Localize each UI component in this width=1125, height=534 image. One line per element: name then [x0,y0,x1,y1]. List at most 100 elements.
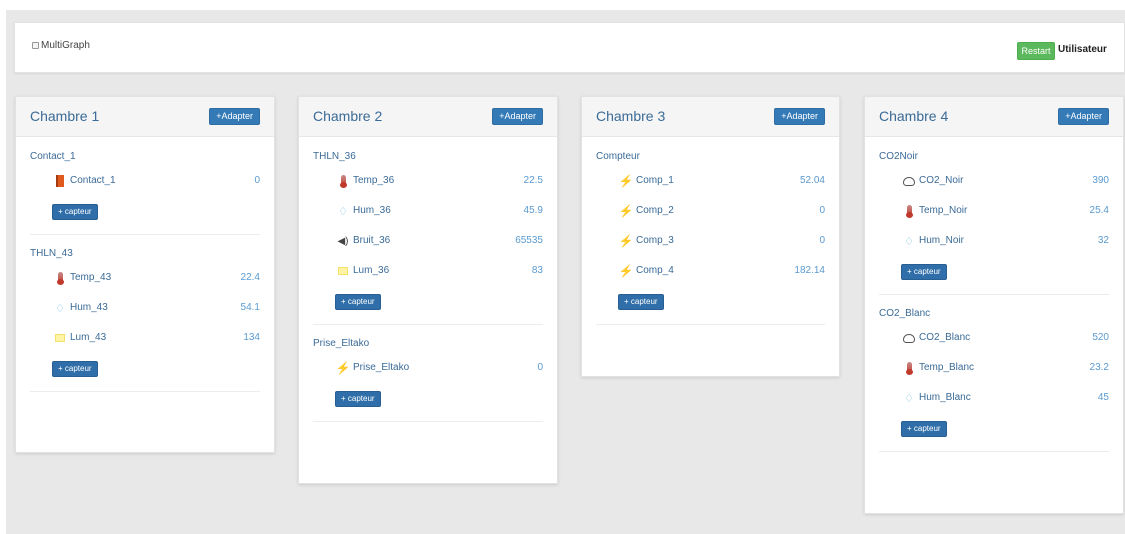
add-sensor-button[interactable]: + capteur [335,391,381,407]
water-drop-icon: ♢ [338,205,348,218]
door-icon [54,174,66,188]
sensor-name[interactable]: Prise_Eltako [353,360,409,376]
add-adapter-button[interactable]: +Adapter [209,108,260,125]
add-adapter-button[interactable]: +Adapter [1058,108,1109,125]
add-adapter-button[interactable]: +Adapter [492,108,543,125]
room-title: Chambre 1 [30,108,100,124]
sensor-name[interactable]: Hum_Blanc [919,390,971,406]
group-title: THLN_36 [313,151,356,162]
sensor-group: CO2Noir CO2_Noir 390 Temp_Noir 25.4 ♢ Hum_Noir… [879,151,1109,295]
sensor-value: 520 [1092,332,1109,343]
sensor-group: THLN_36 Temp_36 22.5 ♢ Hum_36 45.9 ◀) Bruit_36 6… [313,151,543,325]
sensor-row[interactable]: ⚡ Comp_2 0 [596,203,825,219]
add-sensor-button[interactable]: + capteur [335,294,381,310]
sensor-name[interactable]: Comp_3 [636,233,674,249]
sensor-name[interactable]: CO2_Blanc [919,330,970,346]
multigraph-checkbox[interactable] [32,42,39,49]
sensor-name[interactable]: Comp_4 [636,263,674,279]
sensor-value: 65535 [515,235,543,246]
room-card-header: Chambre 2 +Adapter [299,97,557,137]
user-menu[interactable]: Utilisateur [1058,44,1107,55]
sensor-name[interactable]: Lum_43 [70,330,106,346]
sensor-value: 25.4 [1089,205,1109,216]
speaker-icon: ◀) [337,235,349,247]
bolt-icon: ⚡ [618,204,634,218]
room-card: Chambre 1 +Adapter Contact_1 Contact_1 0 + ca… [15,96,275,453]
water-drop-icon: ♢ [55,302,65,315]
restart-button[interactable]: Restart [1017,42,1055,60]
add-sensor-button[interactable]: + capteur [52,361,98,377]
group-divider [879,294,1109,295]
sensor-row[interactable]: ◀) Bruit_36 65535 [313,233,543,249]
sensor-value: 22.5 [523,175,543,186]
sensor-row[interactable]: ♢ Hum_43 54.1 [30,300,260,316]
sensor-value: 32 [1097,235,1109,246]
sensor-value: 45 [1097,392,1109,403]
thermometer-icon [54,271,66,285]
add-sensor-button[interactable]: + capteur [618,294,664,310]
sensor-row[interactable]: Lum_36 83 [313,263,543,279]
sensor-row[interactable]: ⚡ Prise_Eltako 0 [313,360,543,376]
sensor-name[interactable]: Hum_36 [353,203,391,219]
group-divider [30,391,260,392]
thermometer-icon [903,204,915,218]
sensor-name[interactable]: Temp_43 [70,270,111,286]
light-icon [337,264,349,278]
sensor-name[interactable]: Bruit_36 [353,233,390,249]
sensor-row[interactable]: ♢ Hum_Blanc 45 [879,390,1109,406]
room-card: Chambre 2 +Adapter THLN_36 Temp_36 22.5 ♢ Hum_… [298,96,558,484]
room-title: Chambre 2 [313,108,383,124]
sensor-value: 134 [243,332,260,343]
sensor-value: 54.1 [240,302,260,313]
multigraph-toggle[interactable]: MultiGraph [32,40,90,51]
sensor-row[interactable]: ⚡ Comp_1 52.04 [596,173,825,189]
sensor-row[interactable]: ⚡ Comp_3 0 [596,233,825,249]
room-card: Chambre 3 +Adapter Compteur ⚡ Comp_1 52.04 ⚡ Co… [581,96,840,377]
sensor-name[interactable]: Hum_Noir [919,233,964,249]
group-divider [596,324,825,325]
bolt-icon: ⚡ [618,174,634,188]
sensor-name[interactable]: Comp_1 [636,173,674,189]
sensor-name[interactable]: Temp_Noir [919,203,967,219]
add-adapter-button[interactable]: +Adapter [774,108,825,125]
bolt-icon: ⚡ [618,234,634,248]
sensor-value: 0 [819,205,825,216]
sensor-row[interactable]: Temp_36 22.5 [313,173,543,189]
room-card-header: Chambre 1 +Adapter [16,97,274,137]
cloud-icon [903,174,915,188]
sensor-name[interactable]: Hum_43 [70,300,108,316]
thermometer-icon [903,361,915,375]
sensor-name[interactable]: Temp_Blanc [919,360,974,376]
group-title: CO2_Blanc [879,308,931,319]
water-drop-icon: ♢ [904,392,914,405]
sensor-row[interactable]: CO2_Blanc 520 [879,330,1109,346]
group-divider [313,421,543,422]
sensor-row[interactable]: Lum_43 134 [30,330,260,346]
add-sensor-button[interactable]: + capteur [52,204,98,220]
thermometer-icon [337,174,349,188]
sensor-value: 0 [537,362,543,373]
sensor-name[interactable]: CO2_Noir [919,173,963,189]
sensor-row[interactable]: ⚡ Comp_4 182.14 [596,263,825,279]
sensor-row[interactable]: Temp_43 22.4 [30,270,260,286]
sensor-name[interactable]: Contact_1 [70,173,116,189]
room-title: Chambre 3 [596,108,666,124]
sensor-row[interactable]: Contact_1 0 [30,173,260,189]
sensor-group: CO2_Blanc CO2_Blanc 520 Temp_Blanc 23.2 ♢ Hum_… [879,308,1109,452]
sensor-row[interactable]: ♢ Hum_Noir 32 [879,233,1109,249]
add-sensor-button[interactable]: + capteur [901,264,947,280]
group-title: CO2Noir [879,151,918,162]
add-sensor-button[interactable]: + capteur [901,421,947,437]
sensor-row[interactable]: CO2_Noir 390 [879,173,1109,189]
sensor-row[interactable]: Temp_Noir 25.4 [879,203,1109,219]
sensor-value: 52.04 [799,175,825,186]
sensor-name[interactable]: Temp_36 [353,173,394,189]
water-drop-icon: ♢ [904,235,914,248]
sensor-group: Contact_1 Contact_1 0 + capteur [30,151,260,235]
sensor-row[interactable]: Temp_Blanc 23.2 [879,360,1109,376]
sensor-row[interactable]: ♢ Hum_36 45.9 [313,203,543,219]
sensor-name[interactable]: Comp_2 [636,203,674,219]
sensor-name[interactable]: Lum_36 [353,263,389,279]
sensor-value: 182.14 [794,265,825,276]
sensor-value: 83 [531,265,543,276]
